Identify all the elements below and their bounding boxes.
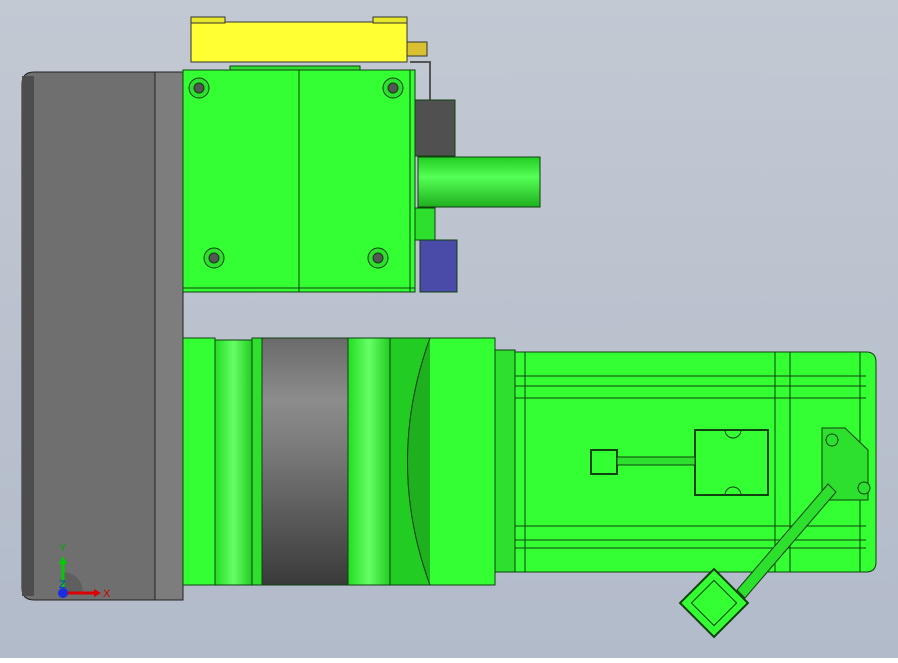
y-axis-label: Y bbox=[59, 542, 67, 554]
lower-gearbox[interactable] bbox=[182, 337, 496, 586]
flange-plate[interactable] bbox=[21, 71, 184, 601]
z-axis-label: Z bbox=[59, 579, 66, 591]
blue-block[interactable] bbox=[419, 239, 458, 293]
cad-graphics-viewport[interactable]: Y X Z bbox=[0, 0, 898, 658]
x-axis-label: X bbox=[103, 588, 111, 600]
motor-connector[interactable] bbox=[694, 429, 769, 496]
